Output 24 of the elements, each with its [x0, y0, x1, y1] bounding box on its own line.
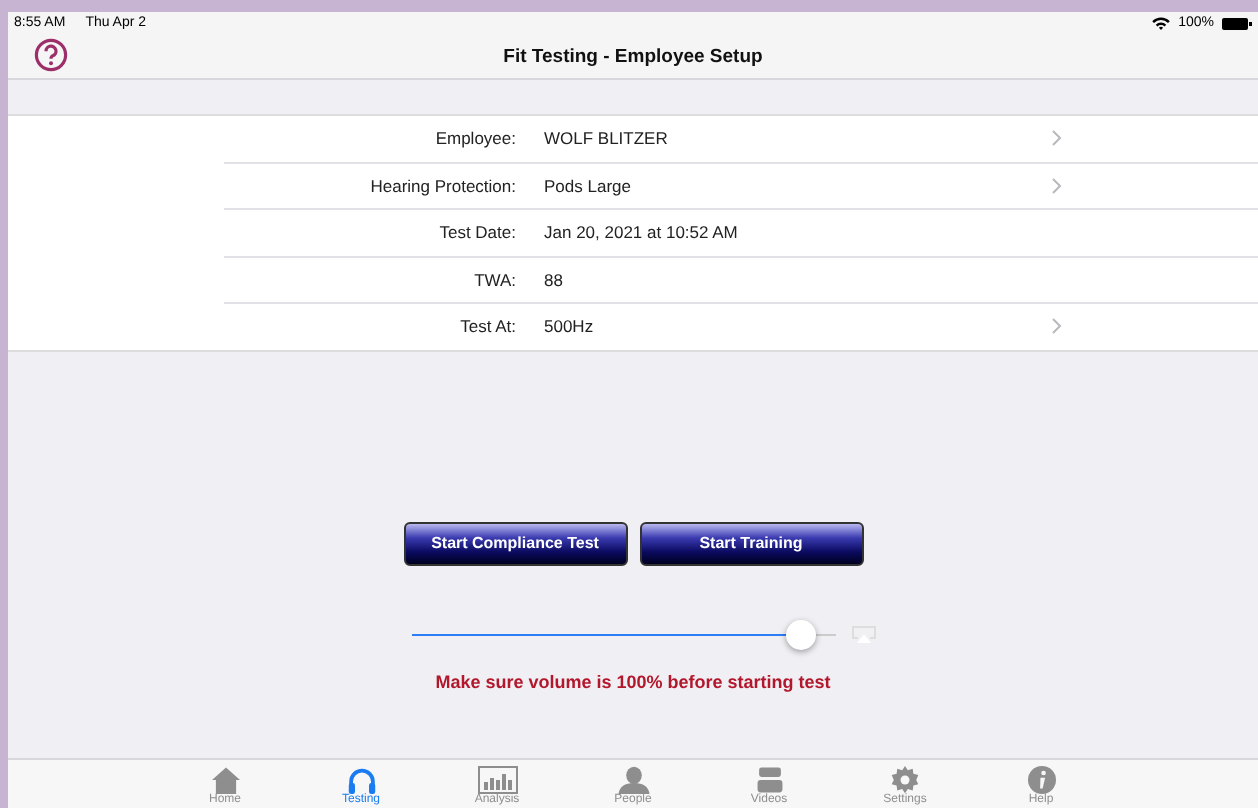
- screen-title: Fit Testing - Employee Setup: [503, 45, 763, 67]
- help-icon[interactable]: [34, 38, 68, 72]
- field-label: TWA:: [472, 269, 516, 290]
- field-value: Pods Large: [544, 175, 631, 196]
- wifi-icon: [1152, 16, 1171, 30]
- field-value: Jan 20, 2021 at 10:52 AM: [544, 222, 738, 243]
- employee-setup-row[interactable]: Employee: WOLF BLITZER: [224, 116, 1258, 163]
- info-icon: [1023, 766, 1059, 794]
- field-value: WOLF BLITZER: [544, 128, 668, 149]
- start-button[interactable]: Start Training: [639, 521, 863, 565]
- employee-setup-row[interactable]: Hearing Protection: Pods Large: [224, 163, 1258, 210]
- field-label: Test At:: [458, 316, 516, 337]
- field-label: Hearing Protection:: [368, 175, 516, 196]
- field-value: 500Hz: [544, 316, 594, 337]
- field-label: Test Date:: [437, 222, 516, 243]
- field-value: 88: [544, 269, 563, 290]
- start-button[interactable]: Start Compliance Test: [403, 521, 627, 565]
- bar-chart-icon: [477, 766, 517, 794]
- battery-icon: [1222, 17, 1252, 29]
- field-label: Employee:: [433, 128, 516, 149]
- slider-thumb[interactable]: [785, 619, 816, 649]
- settings-icon: [886, 766, 924, 794]
- volume-warning: Make sure volume is 100% before starting test: [435, 671, 831, 691]
- employee-setup-row[interactable]: Test At: 500Hz: [224, 304, 1258, 349]
